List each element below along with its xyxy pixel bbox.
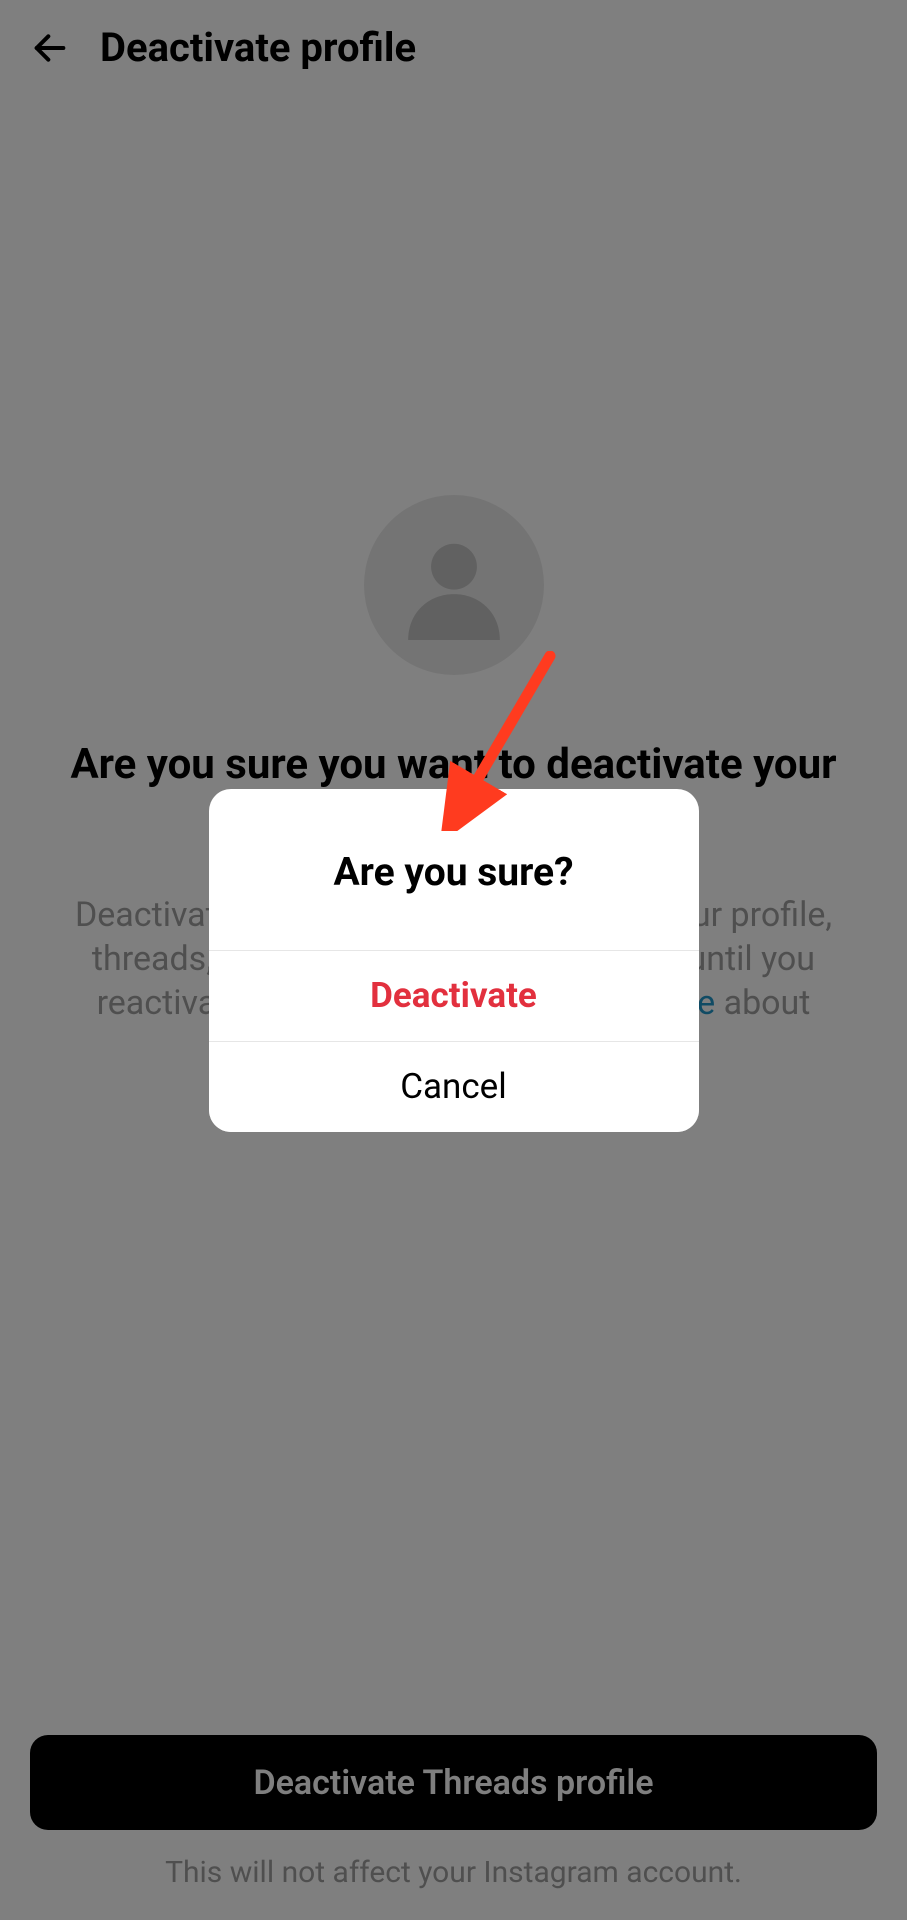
modal-overlay[interactable]: Are you sure? Deactivate Cancel — [0, 0, 907, 1920]
confirmation-dialog: Are you sure? Deactivate Cancel — [209, 789, 699, 1132]
dialog-deactivate-button[interactable]: Deactivate — [209, 950, 699, 1041]
dialog-title: Are you sure? — [209, 789, 699, 950]
dialog-cancel-button[interactable]: Cancel — [209, 1041, 699, 1132]
